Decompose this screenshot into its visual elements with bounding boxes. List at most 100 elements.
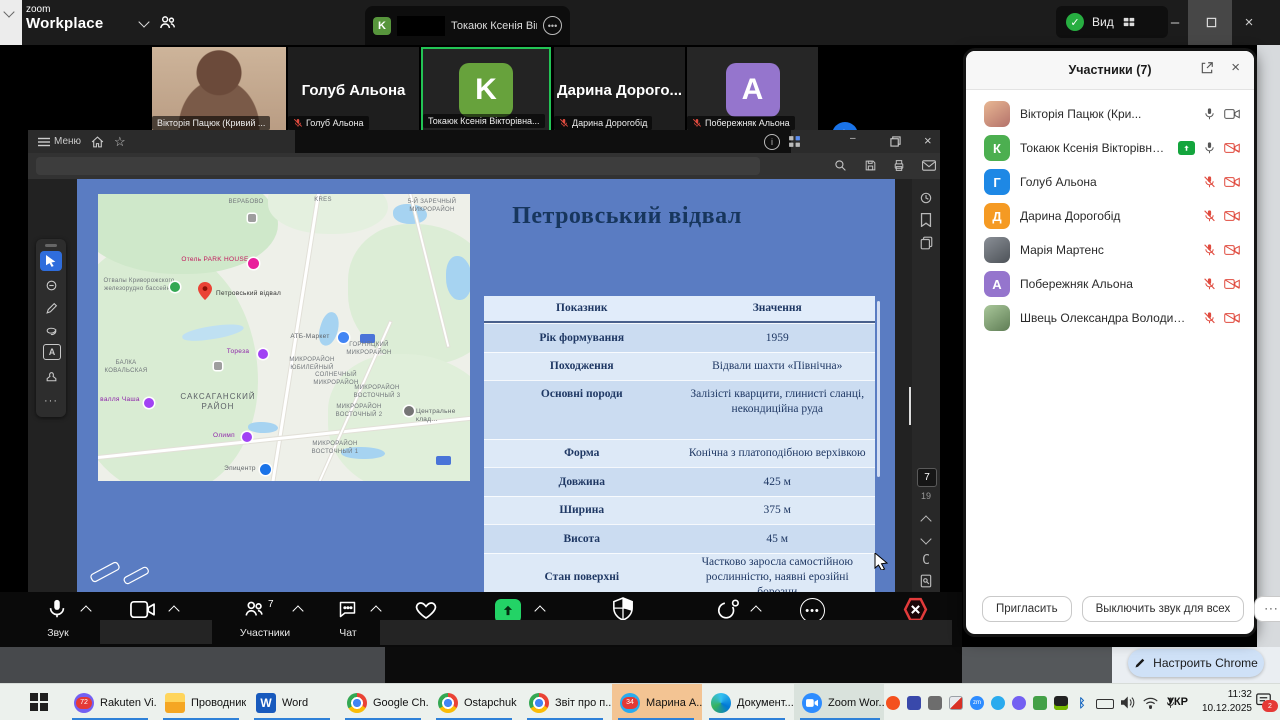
search-icon[interactable]: [834, 159, 847, 172]
page-preview-icon[interactable]: [920, 574, 932, 588]
doc-scrollbar-thumb[interactable]: [909, 387, 911, 425]
video-tile-golub[interactable]: Голуб Альона Голуб Альона: [288, 47, 419, 133]
pages-icon[interactable]: [920, 236, 933, 250]
participants-options-chevron[interactable]: [292, 605, 303, 616]
panel-close-icon[interactable]: ×: [1231, 59, 1240, 76]
taskbar-item-chrome-1[interactable]: Google Ch...: [339, 684, 429, 720]
tray-defender-icon[interactable]: [949, 696, 963, 710]
gallery-view-icon[interactable]: [1122, 15, 1136, 29]
mail-icon[interactable]: [922, 160, 936, 171]
participant-row[interactable]: А Побережняк Альона: [966, 267, 1254, 301]
favorite-button[interactable]: ☆: [114, 134, 126, 150]
page-down-icon[interactable]: [920, 533, 931, 544]
video-tile-poberezhniak[interactable]: A Побережняк Альона: [687, 47, 818, 133]
customize-chrome-button[interactable]: Настроить Chrome: [1128, 649, 1264, 677]
history-icon[interactable]: [919, 191, 933, 205]
chat-options-chevron[interactable]: [370, 605, 381, 616]
video-tile-tokaiuk-active[interactable]: K Токаюк Ксенія Вікторівна...: [421, 47, 551, 133]
tray-volume-icon[interactable]: [1121, 696, 1136, 709]
taskbar-item-chrome-3[interactable]: Звіт про п...: [521, 684, 611, 720]
camera-off-icon[interactable]: [1224, 244, 1240, 256]
mic-on-icon[interactable]: [1203, 107, 1216, 121]
record-icon[interactable]: [716, 598, 740, 621]
tray-flame-icon[interactable]: [886, 696, 900, 710]
more-tools[interactable]: ···: [40, 391, 62, 411]
tray-folder-icon[interactable]: [928, 696, 942, 710]
taskbar-item-zoom[interactable]: Zoom Wor...: [794, 684, 884, 720]
participant-row[interactable]: Вікторія Пацюк (Кри...: [966, 97, 1254, 131]
tray-screenshare-icon[interactable]: [1033, 696, 1047, 710]
video-tile-daryna[interactable]: Дарина Дорого... Дарина Дорогобід: [554, 47, 685, 133]
mic-icon[interactable]: [46, 598, 68, 620]
camera-icon[interactable]: [130, 600, 155, 619]
tray-viber-icon[interactable]: [1012, 696, 1026, 710]
security-shield-icon[interactable]: [612, 597, 634, 621]
refresh-icon[interactable]: C: [912, 553, 940, 568]
print-icon[interactable]: [892, 159, 906, 172]
info-icon[interactable]: i: [764, 134, 780, 150]
security-ok-icon[interactable]: ✓: [1066, 13, 1084, 31]
mic-off-icon[interactable]: [1203, 175, 1216, 189]
tray-wifi-icon[interactable]: [1143, 697, 1158, 709]
taskbar-item-rakuten-viber[interactable]: 72 Rakuten Vi...: [66, 684, 156, 720]
start-button[interactable]: [30, 693, 48, 711]
camera-off-icon[interactable]: [1224, 176, 1240, 188]
invite-button[interactable]: Пригласить: [982, 596, 1072, 622]
participant-row[interactable]: Швець Олександра Володимирівна, з...: [966, 301, 1254, 335]
taskbar-item-edge[interactable]: Документ...: [703, 684, 793, 720]
meeting-tab[interactable]: K Токаюк Ксенія Вікторівн •••: [365, 6, 570, 45]
extensions-grid-icon[interactable]: [788, 135, 801, 148]
mute-all-button[interactable]: Выключить звук для всех: [1082, 596, 1245, 622]
chat-icon[interactable]: [337, 599, 358, 620]
page-up-icon[interactable]: [920, 515, 931, 526]
participant-row[interactable]: Д Дарина Дорогобід: [966, 199, 1254, 233]
taskbar-item-chrome-2[interactable]: Ostapchuk ...: [430, 684, 520, 720]
camera-on-icon[interactable]: [1224, 108, 1240, 120]
camera-off-icon[interactable]: [1224, 142, 1240, 154]
taskbar-item-explorer[interactable]: Проводник: [157, 684, 247, 720]
doc-minimize-button[interactable]: –: [850, 133, 856, 144]
doc-close-button[interactable]: ×: [924, 133, 932, 148]
mic-off-icon[interactable]: [1203, 311, 1216, 325]
meeting-tab-more-icon[interactable]: •••: [543, 16, 562, 35]
text-tool[interactable]: A: [43, 344, 61, 360]
language-indicator[interactable]: УКР: [1167, 696, 1188, 708]
menu-button[interactable]: Меню: [38, 136, 81, 147]
audio-label[interactable]: Звук: [28, 627, 88, 639]
mic-off-icon[interactable]: [1203, 209, 1216, 223]
video-tile-viktoria[interactable]: Вікторія Пацюк (Кривий ...: [152, 47, 286, 133]
minimize-button[interactable]: –: [1156, 0, 1194, 45]
mic-off-icon[interactable]: [1203, 277, 1216, 291]
participants-icon[interactable]: [243, 598, 265, 620]
table-scrollbar[interactable]: [877, 301, 880, 477]
tray-zoom-icon[interactable]: zm: [970, 696, 984, 710]
doc-address-bar[interactable]: [36, 157, 760, 175]
tray-shield-icon[interactable]: [907, 696, 921, 710]
camera-off-icon[interactable]: [1224, 278, 1240, 290]
taskbar-item-word[interactable]: W Word: [248, 684, 338, 720]
panel-more-button[interactable]: ···: [1254, 596, 1280, 622]
pop-out-icon[interactable]: [1200, 61, 1214, 75]
participant-row[interactable]: Г Голуб Альона: [966, 165, 1254, 199]
mic-off-icon[interactable]: [1203, 243, 1216, 257]
contacts-icon[interactable]: [158, 13, 177, 32]
audio-options-chevron[interactable]: [80, 605, 91, 616]
select-tool[interactable]: [40, 251, 62, 271]
camera-off-icon[interactable]: [1224, 312, 1240, 324]
palette-drag-handle[interactable]: [45, 244, 57, 247]
comment-tool[interactable]: [40, 275, 62, 295]
page-number-box[interactable]: 7: [917, 468, 937, 487]
tray-battery-icon[interactable]: [1096, 699, 1114, 709]
tray-nvidia-icon[interactable]: [1054, 696, 1068, 710]
home-button[interactable]: [91, 136, 104, 148]
chevron-down-icon[interactable]: [138, 16, 149, 27]
maximize-button[interactable]: [1192, 0, 1230, 45]
lasso-tool[interactable]: [40, 321, 62, 341]
video-options-chevron[interactable]: [168, 605, 179, 616]
doc-restore-button[interactable]: [890, 136, 901, 147]
share-options-chevron[interactable]: [534, 605, 545, 616]
participant-row[interactable]: К Токаюк Ксенія Вікторівна, здобув...: [966, 131, 1254, 165]
chevron-down-icon[interactable]: [3, 6, 14, 17]
pen-tool[interactable]: [40, 298, 62, 318]
tray-bluetooth-icon[interactable]: ᛒ: [1075, 696, 1089, 710]
